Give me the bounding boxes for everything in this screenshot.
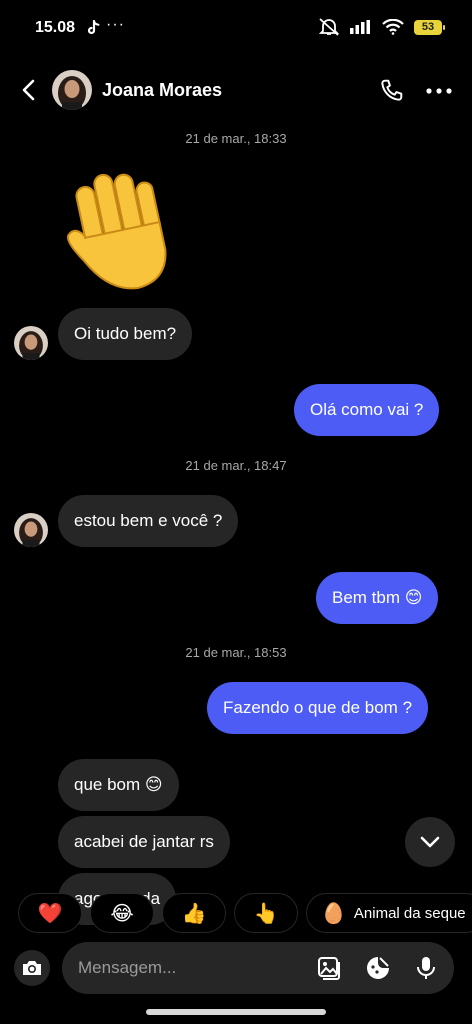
microphone-icon[interactable]	[412, 954, 440, 982]
status-more-dots: ···	[106, 16, 125, 33]
camera-button[interactable]	[14, 950, 50, 986]
gallery-icon[interactable]	[316, 954, 344, 982]
message-timestamp: 21 de mar., 18:33	[185, 131, 287, 146]
reaction-label: Animal da seque	[353, 904, 466, 922]
message-bubble-incoming[interactable]: Oi tudo bem?	[58, 308, 193, 360]
reaction-animal-sticker[interactable]: 🥚 Animal da seque	[306, 893, 472, 933]
message-timestamp: 21 de mar., 18:47	[185, 458, 287, 473]
battery-indicator: 53	[414, 19, 445, 35]
camera-icon	[23, 961, 41, 975]
chevron-down-icon	[420, 836, 440, 848]
message-bubble-incoming[interactable]: acabei de jantar rs	[58, 816, 230, 868]
home-indicator[interactable]	[146, 1009, 326, 1015]
call-button[interactable]	[376, 76, 406, 106]
reaction-laugh[interactable]: 😂	[90, 893, 154, 933]
quick-reactions-bar: ❤️ 😂 👍 👆 🥚 Animal da seque	[0, 893, 472, 933]
egg-icon: 🥚	[321, 902, 346, 925]
chat-header: Joana Moraes	[0, 60, 472, 120]
message-bubble-outgoing[interactable]: Bem tbm 😊	[316, 572, 439, 624]
reaction-heart[interactable]: ❤️	[18, 893, 82, 933]
reaction-thumbs-up[interactable]: 👍	[162, 893, 226, 933]
status-bar: 15.08 ··· 53	[0, 0, 472, 60]
status-time: 15.08	[35, 19, 76, 36]
signal-icon	[350, 20, 372, 34]
message-bubble-incoming[interactable]: que bom 😊	[58, 759, 179, 811]
contact-name[interactable]: Joana Moraes	[102, 80, 222, 101]
message-bubble-outgoing[interactable]: Olá como vai ?	[294, 384, 440, 436]
message-bubble-incoming[interactable]: estou bem e você ?	[58, 495, 239, 547]
back-button[interactable]	[14, 76, 42, 104]
mute-icon	[318, 18, 340, 36]
message-bubble-outgoing[interactable]: Fazendo o que de bom ?	[207, 682, 429, 734]
waving-hand-sticker[interactable]	[58, 168, 188, 298]
message-composer	[10, 940, 454, 996]
sender-avatar[interactable]	[14, 513, 48, 547]
message-timestamp: 21 de mar., 18:53	[185, 645, 287, 660]
scroll-to-bottom-button[interactable]	[405, 817, 455, 867]
reaction-point-up[interactable]: 👆	[234, 893, 298, 933]
tiktok-icon	[86, 19, 100, 40]
sticker-icon[interactable]	[364, 954, 392, 982]
wifi-icon	[382, 19, 404, 35]
message-field	[62, 942, 454, 994]
message-input[interactable]	[78, 942, 298, 994]
contact-avatar[interactable]	[52, 70, 92, 110]
sender-avatar[interactable]	[14, 326, 48, 360]
more-options-button[interactable]	[424, 76, 454, 106]
